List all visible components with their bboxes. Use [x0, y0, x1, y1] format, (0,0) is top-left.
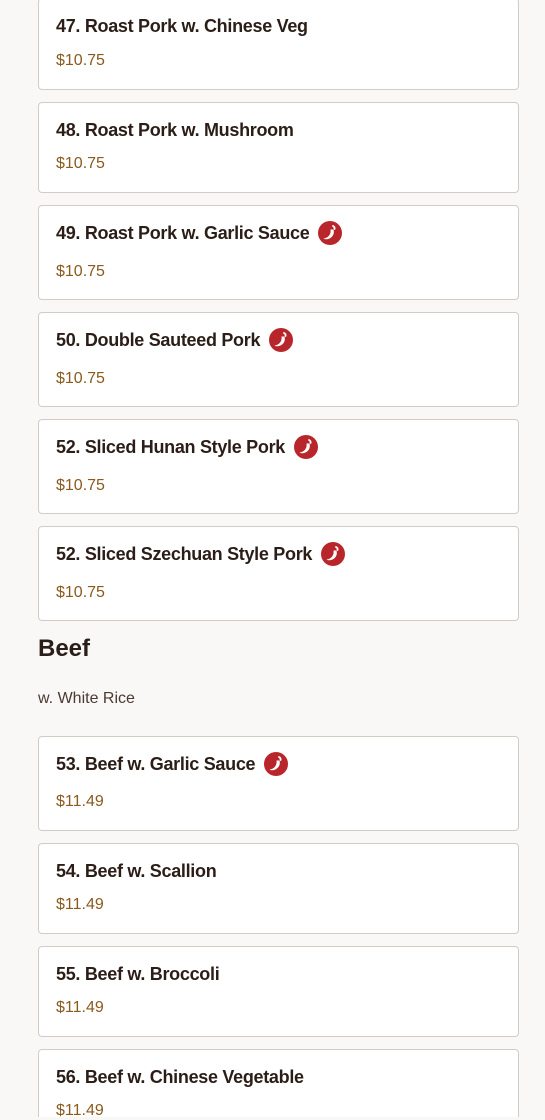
section-subtitle: w. White Rice	[38, 690, 135, 707]
menu-item-price: $10.75	[56, 155, 105, 172]
chili-pepper-icon	[294, 435, 318, 459]
menu-item-card[interactable]: 49. Roast Pork w. Garlic Sauce $10.75	[38, 205, 519, 300]
menu-item-name: 49. Roast Pork w. Garlic Sauce	[56, 222, 310, 243]
menu-item-name: 55. Beef w. Broccoli	[56, 964, 220, 984]
section-title: Beef	[38, 635, 91, 662]
menu-item-name: 47. Roast Pork w. Chinese Veg	[56, 16, 308, 36]
menu-item-card[interactable]: 48. Roast Pork w. Mushroom $10.75	[38, 102, 519, 193]
menu-item-price: $11.49	[56, 896, 104, 913]
menu-item-title-row: 49. Roast Pork w. Garlic Sauce	[56, 221, 343, 245]
menu-item-card[interactable]: 56. Beef w. Chinese Vegetable $11.49	[38, 1049, 519, 1119]
menu-item-name: 48. Roast Pork w. Mushroom	[56, 120, 294, 140]
menu-item-name: 52. Sliced Szechuan Style Pork	[56, 543, 313, 564]
menu-item-title-row: 53. Beef w. Garlic Sauce	[56, 752, 289, 776]
chili-pepper-icon	[269, 328, 294, 352]
menu-item-name: 52. Sliced Hunan Style Pork	[56, 436, 285, 457]
chili-pepper-icon	[318, 221, 343, 245]
menu-item-name: 54. Beef w. Scallion	[56, 861, 217, 881]
menu-item-price: $10.75	[56, 52, 105, 69]
menu-item-card[interactable]: 52. Sliced Szechuan Style Pork $10.75	[38, 526, 519, 621]
menu-item-price: $10.75	[56, 477, 105, 494]
menu-item-name: 53. Beef w. Garlic Sauce	[56, 753, 256, 774]
menu-item-price: $10.75	[56, 584, 105, 601]
chili-pepper-icon	[321, 542, 346, 566]
menu-item-name: 50. Double Sauteed Pork	[56, 329, 261, 350]
menu-item-card[interactable]: 47. Roast Pork w. Chinese Veg $10.75	[38, 0, 519, 90]
menu-item-card[interactable]: 50. Double Sauteed Pork $10.75	[38, 312, 519, 407]
menu-item-title-row: 52. Sliced Szechuan Style Pork	[56, 542, 346, 566]
menu-item-price: $11.49	[56, 1102, 104, 1119]
menu-item-price: $11.49	[56, 999, 104, 1016]
chili-pepper-icon	[264, 752, 289, 776]
menu-item-card[interactable]: 55. Beef w. Broccoli $11.49	[38, 946, 519, 1037]
menu-item-card[interactable]: 52. Sliced Hunan Style Pork $10.75	[38, 419, 519, 514]
menu-item-title-row: 50. Double Sauteed Pork	[56, 328, 294, 352]
menu-item-price: $11.49	[56, 793, 104, 810]
menu-item-name: 56. Beef w. Chinese Vegetable	[56, 1067, 304, 1087]
menu-item-price: $10.75	[56, 263, 105, 280]
menu-item-card[interactable]: 53. Beef w. Garlic Sauce $11.49	[38, 736, 519, 831]
menu-item-price: $10.75	[56, 370, 105, 387]
menu-item-card[interactable]: 54. Beef w. Scallion $11.49	[38, 843, 519, 934]
menu-item-title-row: 52. Sliced Hunan Style Pork	[56, 435, 318, 459]
